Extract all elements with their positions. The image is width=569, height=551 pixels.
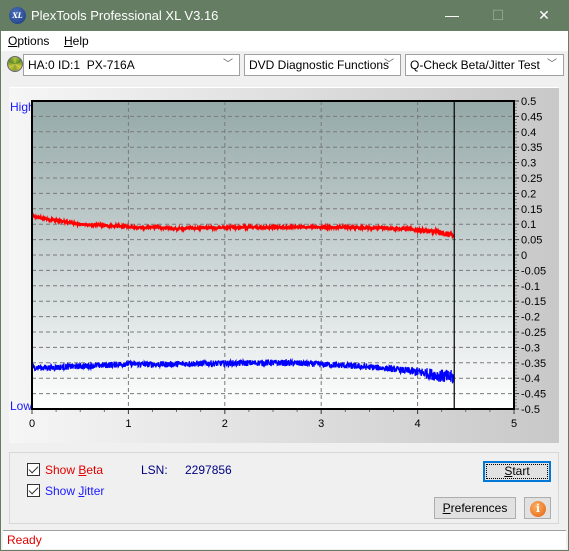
test-select[interactable]: Q-Check Beta/Jitter Test ﹀ bbox=[405, 54, 564, 76]
function-select-value: DVD Diagnostic Functions bbox=[249, 58, 390, 72]
menu-help-accel: H bbox=[64, 34, 73, 48]
lsn-label: LSN: bbox=[141, 463, 168, 477]
chevron-down-icon: ﹀ bbox=[384, 59, 394, 70]
menu-bar: Options Help bbox=[1, 31, 568, 51]
maximize-button[interactable]: ☐ bbox=[475, 0, 521, 31]
preferences-label: references bbox=[450, 501, 508, 515]
title-bar[interactable]: XL PlexTools Professional XL V3.16 — ☐ ✕ bbox=[1, 0, 568, 31]
y-tick-label: -0.1 bbox=[521, 281, 540, 293]
menu-options-label: ptions bbox=[17, 34, 50, 48]
status-bar: Ready bbox=[3, 530, 566, 549]
divider bbox=[9, 87, 559, 88]
x-tick-label: 1 bbox=[125, 418, 131, 430]
start-button[interactable]: Start bbox=[483, 461, 551, 482]
show-beta-label[interactable]: Show Beta bbox=[45, 463, 103, 477]
toolbar: HA:0 ID:1 PX-716A ﹀ DVD Diagnostic Funct… bbox=[1, 51, 568, 79]
y-tick-label: -0.15 bbox=[521, 296, 546, 308]
status-text: Ready bbox=[7, 533, 42, 547]
info-button[interactable]: i bbox=[524, 497, 551, 519]
window-title: PlexTools Professional XL V3.16 bbox=[31, 8, 219, 23]
controls-panel: Show Beta Show Jitter LSN: 2297856 Start… bbox=[9, 452, 559, 524]
show-beta-text-rest: eta bbox=[86, 463, 104, 477]
test-select-value: Q-Check Beta/Jitter Test bbox=[410, 58, 540, 72]
menu-help-label: elp bbox=[72, 34, 89, 48]
y-tick-label: 0.5 bbox=[521, 96, 536, 108]
chart-panel: High Low 0.5 0.45 0.4 0.35 0.3 0.25 0.2 0.15 0.1… bbox=[9, 87, 559, 443]
y-tick-label: 0.45 bbox=[521, 111, 542, 123]
y-tick-label: -0.4 bbox=[521, 373, 540, 385]
function-select[interactable]: DVD Diagnostic Functions ﹀ bbox=[244, 54, 401, 76]
y-tick-label: -0.2 bbox=[521, 312, 540, 324]
menu-options[interactable]: Options bbox=[8, 34, 49, 48]
y-tick-label: -0.25 bbox=[521, 327, 546, 339]
x-tick-label: 5 bbox=[511, 418, 517, 430]
y-tick-label: 0.2 bbox=[521, 188, 536, 200]
y-tick-label: -0.45 bbox=[521, 389, 546, 401]
xl-logo-icon: XL bbox=[9, 7, 26, 24]
x-tick-label: 0 bbox=[29, 418, 35, 430]
y-tick-label: -0.3 bbox=[521, 342, 540, 354]
show-jitter-label[interactable]: Show Jitter bbox=[45, 484, 104, 498]
high-label: High bbox=[10, 100, 35, 114]
focus-rect bbox=[486, 464, 548, 479]
low-label: Low bbox=[10, 399, 32, 413]
drive-select-value: HA:0 ID:1 PX-716A bbox=[28, 58, 135, 72]
y-tick-label: 0.35 bbox=[521, 142, 542, 154]
show-jitter-text-rest: itter bbox=[84, 484, 105, 498]
preferences-accel: P bbox=[442, 501, 451, 515]
x-tick-label: 4 bbox=[415, 418, 421, 430]
y-tick-label: 0.25 bbox=[521, 173, 542, 185]
close-button[interactable]: ✕ bbox=[521, 0, 567, 31]
menu-options-accel: O bbox=[8, 34, 18, 48]
show-jitter-checkbox[interactable] bbox=[27, 484, 40, 497]
chevron-down-icon: ﹀ bbox=[223, 59, 233, 70]
minimize-button[interactable]: — bbox=[429, 0, 475, 31]
y-tick-label: -0.35 bbox=[521, 358, 546, 370]
disc-icon bbox=[7, 56, 23, 72]
x-tick-label: 2 bbox=[222, 418, 228, 430]
menu-help[interactable]: Help bbox=[64, 34, 89, 48]
show-beta-checkbox[interactable] bbox=[27, 463, 40, 476]
y-tick-label: 0 bbox=[521, 250, 527, 262]
show-jitter-text: Show bbox=[45, 484, 79, 498]
preferences-button[interactable]: Preferences bbox=[434, 497, 516, 519]
chevron-down-icon: ﹀ bbox=[547, 59, 557, 70]
y-tick-label: 0.05 bbox=[521, 235, 542, 247]
y-tick-label: -0.05 bbox=[521, 265, 546, 277]
y-tick-label: 0.3 bbox=[521, 158, 536, 170]
beta-jitter-chart: High Low 0.50.450.40.350.30.250.20.150.1… bbox=[10, 96, 546, 430]
lsn-value: 2297856 bbox=[185, 463, 232, 477]
y-tick-label: 0.1 bbox=[521, 219, 536, 231]
y-tick-label: 0.15 bbox=[521, 204, 542, 216]
info-icon: i bbox=[530, 501, 546, 517]
app-window: XL PlexTools Professional XL V3.16 — ☐ ✕… bbox=[1, 0, 568, 550]
x-tick-label: 3 bbox=[318, 418, 324, 430]
y-tick-label: 0.4 bbox=[521, 127, 536, 139]
y-tick-label: -0.5 bbox=[521, 404, 540, 416]
drive-select[interactable]: HA:0 ID:1 PX-716A ﹀ bbox=[23, 54, 240, 76]
show-beta-text: Show bbox=[45, 463, 79, 477]
